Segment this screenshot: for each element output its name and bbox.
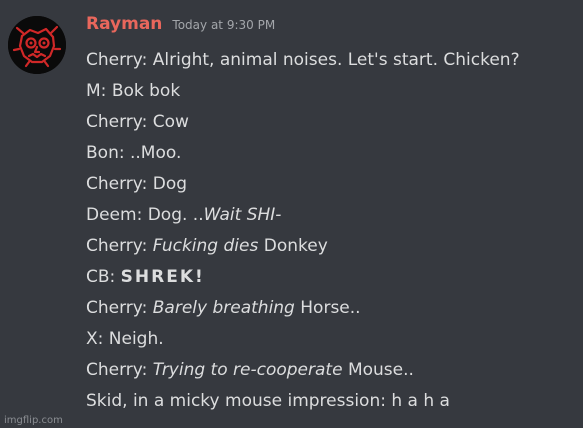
line-text: Dog. .. [147,205,204,225]
message-line: M: Bok bok [86,77,577,108]
line-italic-text: Fucking dies [152,236,259,256]
message-line: Cherry: Cow [86,108,577,139]
message-line: Cherry: Trying to re-cooperate Mouse.. [86,356,577,387]
imgflip-watermark: imgflip.com [4,415,63,426]
line-speaker: CB: [86,267,116,287]
line-speaker: M: [86,81,107,101]
line-italic-text: Trying to re-cooperate [152,360,343,380]
line-speaker: Bon: [86,143,125,163]
line-speaker: Cherry: [86,236,148,256]
line-speaker: Cherry: [86,50,148,70]
line-text: Horse.. [300,298,361,318]
line-bold-text: SHREK! [120,267,205,287]
message-line: X: Neigh. [86,325,577,356]
line-text: Bok bok [111,81,181,101]
line-text: Dog [152,174,188,194]
username[interactable]: Rayman [86,14,162,34]
message-line: Cherry: Alright, animal noises. Let's st… [86,46,577,77]
line-speaker: Cherry: [86,360,148,380]
message-line: CB: SHREK! [86,263,577,294]
line-speaker: Cherry: [86,298,148,318]
line-speaker: Skid, in a micky mouse impression: [86,391,386,411]
message-line: Deem: Dog. ..Wait SHI- [86,201,577,232]
message-line: Cherry: Dog [86,170,577,201]
line-speaker: X: [86,329,104,349]
message-line: Cherry: Barely breathing Horse.. [86,294,577,325]
line-speaker: Deem: [86,205,143,225]
line-italic-text: Barely breathing [152,298,295,318]
message-header: Rayman Today at 9:30 PM [86,14,275,44]
line-italic-text: Wait SHI- [203,205,282,225]
message-line: Skid, in a micky mouse impression: h a h… [86,387,577,418]
red-skull-avatar-icon [8,16,66,74]
message-line: Cherry: Fucking dies Donkey [86,232,577,263]
line-text: Donkey [263,236,328,256]
line-text: Cow [152,112,189,132]
line-text: ..Moo. [129,143,182,163]
message-line: Bon: ..Moo. [86,139,577,170]
line-text: Mouse.. [347,360,414,380]
line-speaker: Cherry: [86,174,148,194]
message-content: Cherry: Alright, animal noises. Let's st… [86,46,577,418]
user-avatar[interactable] [8,16,66,74]
line-speaker: Cherry: [86,112,148,132]
message-timestamp[interactable]: Today at 9:30 PM [172,18,275,32]
line-text: Alright, animal noises. Let's start. Chi… [152,50,520,70]
line-text: h a h a [391,391,450,411]
line-text: Neigh. [108,329,164,349]
